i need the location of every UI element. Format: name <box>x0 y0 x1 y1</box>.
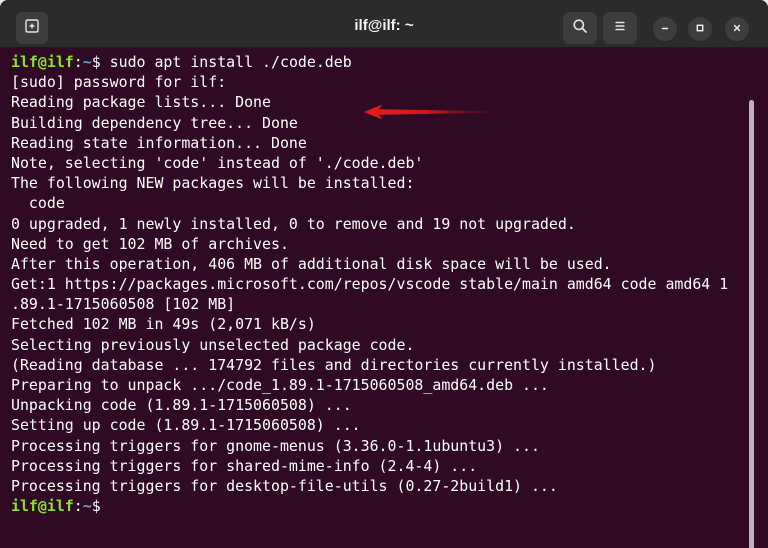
prompt-separator: : <box>73 53 83 71</box>
scrollbar-thumb[interactable] <box>749 100 754 548</box>
output-line: Get:1 https://packages.microsoft.com/rep… <box>11 275 729 294</box>
output-line: [sudo] password for ilf: <box>11 73 227 92</box>
scrollbar[interactable] <box>746 100 756 548</box>
prompt-user: ilf@ilf <box>11 497 74 516</box>
output-line: .89.1-1715060508 [102 MB] <box>11 295 236 314</box>
new-tab-button[interactable] <box>16 12 48 44</box>
output-line: 0 upgraded, 1 newly installed, 0 to remo… <box>11 214 576 233</box>
prompt-symbol: $ <box>91 53 110 71</box>
minimize-icon <box>660 20 670 38</box>
output-line: Reading state information... Done <box>11 133 307 152</box>
final-prompt-line: ilf@ilf:~$ <box>11 496 728 516</box>
output-line: (Reading database ... 174792 files and d… <box>11 355 657 374</box>
minimize-button[interactable] <box>653 17 677 41</box>
output-line: Processing triggers for shared-mime-info… <box>11 456 478 475</box>
command-text: sudo apt install ./code.deb <box>109 53 352 71</box>
maximize-icon <box>695 20 705 38</box>
prompt-separator: : <box>73 497 83 516</box>
prompt-symbol: $ <box>91 497 110 516</box>
hamburger-menu-icon <box>613 19 627 38</box>
output-line: After this operation, 406 MB of addition… <box>11 254 612 273</box>
output-line: Preparing to unpack .../code_1.89.1-1715… <box>11 376 549 394</box>
prompt-user: ilf@ilf <box>11 53 74 71</box>
output-line: The following NEW packages will be insta… <box>11 174 415 193</box>
command-line: ilf@ilf:~$ sudo apt install ./code.deb <box>11 52 728 72</box>
output-line: Fetched 102 MB in 49s (2,071 kB/s) <box>11 315 316 334</box>
terminal-output-area[interactable]: ilf@ilf:~$ sudo apt install ./code.deb [s… <box>0 48 768 548</box>
output-line: Processing triggers for desktop-file-uti… <box>11 476 558 495</box>
output-line: Need to get 102 MB of archives. <box>11 234 289 253</box>
output-line: Setting up code (1.89.1-1715060508) ... <box>11 416 361 435</box>
close-button[interactable] <box>725 17 749 41</box>
terminal-window: ilf@ilf: ~ ilf@ilf:~$ sudo apt install .… <box>0 0 768 548</box>
red-arrow-annotation-icon <box>364 104 498 120</box>
menu-button[interactable] <box>603 12 637 44</box>
title-bar[interactable]: ilf@ilf: ~ <box>0 0 768 48</box>
prompt-path: ~ <box>82 497 92 516</box>
close-icon <box>732 20 742 38</box>
search-icon <box>572 18 588 39</box>
output-line: Selecting previously unselected package … <box>11 335 415 354</box>
new-tab-icon <box>24 18 40 39</box>
output-line: Unpacking code (1.89.1-1715060508) ... <box>11 396 352 415</box>
search-button[interactable] <box>563 12 597 44</box>
maximize-button[interactable] <box>688 17 712 41</box>
output-line: code <box>11 194 65 213</box>
output-line: Note, selecting 'code' instead of './cod… <box>11 153 424 172</box>
prompt-path: ~ <box>82 53 92 71</box>
output-line: Processing triggers for gnome-menus (3.3… <box>11 436 540 455</box>
